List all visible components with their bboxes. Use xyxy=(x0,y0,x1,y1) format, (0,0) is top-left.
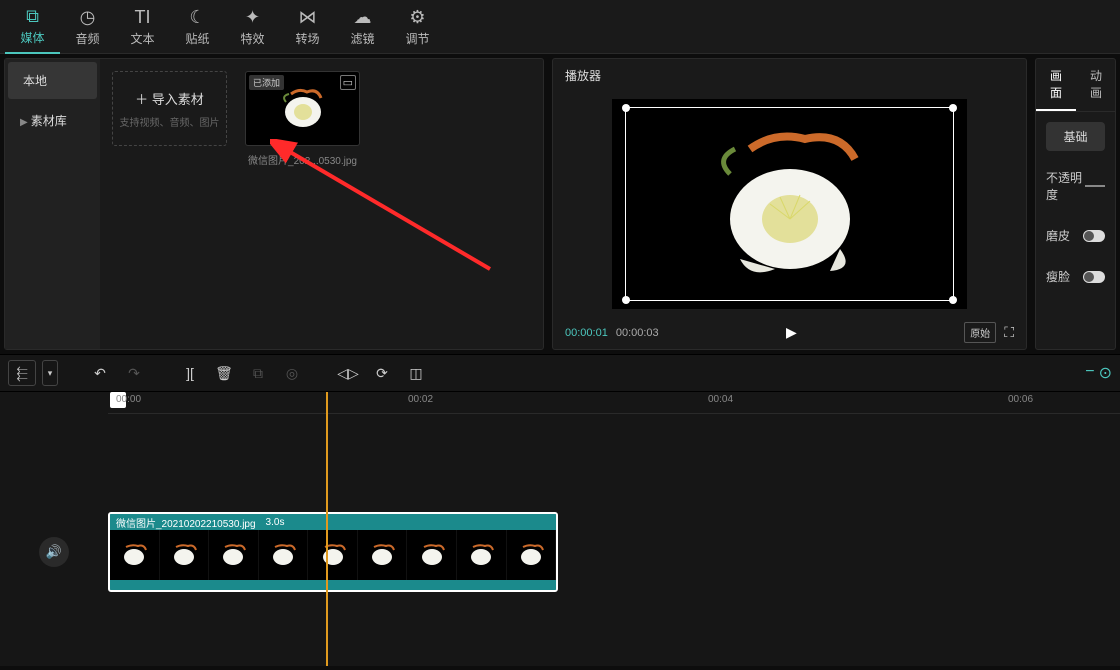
media-content: ＋ 导入素材 支持视频、音频、图片 已添加 ▭ xyxy=(100,59,543,349)
handle-br[interactable] xyxy=(949,296,957,304)
tab-media-label: 媒体 xyxy=(20,29,44,46)
tab-adjust[interactable]: ⚙ 调节 xyxy=(390,0,445,54)
prop-opacity: 不透明度 xyxy=(1046,169,1105,203)
mirror-button[interactable]: ◁▷ xyxy=(334,360,362,386)
clip-header: 微信图片_20210202210530.jpg 3.0s xyxy=(110,514,556,530)
tab-effects[interactable]: ✦ 特效 xyxy=(225,0,280,54)
split-button[interactable]: ]​[ xyxy=(176,360,204,386)
import-hint: 支持视频、音频、图片 xyxy=(120,114,220,129)
import-label: ＋ 导入素材 xyxy=(135,89,204,108)
track-mute-button[interactable]: 🔊 xyxy=(39,537,69,567)
skin-toggle[interactable] xyxy=(1083,230,1105,242)
tab-filter[interactable]: ☁ 滤镜 xyxy=(335,0,390,54)
timeline-ruler[interactable]: 00:00 00:02 00:04 00:06 xyxy=(108,392,1120,414)
playhead[interactable] xyxy=(326,392,328,666)
props-body: 基础 不透明度 磨皮 瘦脸 xyxy=(1036,112,1115,319)
time-current: 00:00:01 xyxy=(565,327,608,339)
time-total: 00:00:03 xyxy=(616,327,659,339)
props-tabs: 画面 动画 xyxy=(1036,59,1115,112)
timeline-zoom: − ⊙ xyxy=(1085,363,1112,383)
timeline-area: 00:00 00:02 00:04 00:06 🔊 微信图片_202102022… xyxy=(0,392,1120,666)
transition-icon: ⋈ xyxy=(299,7,317,28)
track-row: 🔊 微信图片_20210202210530.jpg 3.0s xyxy=(0,512,1120,592)
fullscreen-icon[interactable]: ⛶ xyxy=(1004,324,1014,341)
import-media-button[interactable]: ＋ 导入素材 支持视频、音频、图片 xyxy=(112,71,227,146)
zoom-fit-icon[interactable]: ⊙ xyxy=(1099,363,1112,383)
effects-icon: ✦ xyxy=(245,7,260,28)
tab-audio[interactable]: ◷ 音频 xyxy=(60,0,115,54)
props-tab-animation[interactable]: 动画 xyxy=(1076,59,1116,111)
sidebar-item-library[interactable]: ▶素材库 xyxy=(5,102,100,139)
media-panel: 本地 ▶素材库 ＋ 导入素材 支持视频、音频、图片 已添加 ▭ xyxy=(4,58,544,350)
tab-media[interactable]: ⧉ 媒体 xyxy=(5,0,60,54)
pointer-tool[interactable]: ⬱ xyxy=(8,360,36,386)
top-tabs: ⧉ 媒体 ◷ 音频 TI 文本 ☾ 贴纸 ✦ 特效 ⋈ 转场 ☁ 滤镜 ⚙ 调节 xyxy=(0,0,1120,54)
delete-button[interactable]: 🗑 xyxy=(210,360,238,386)
handle-bl[interactable] xyxy=(622,296,630,304)
image-type-icon: ▭ xyxy=(340,75,356,90)
player-title: 播放器 xyxy=(553,59,1026,92)
text-icon: TI xyxy=(135,7,151,28)
original-ratio-button[interactable]: 原始 xyxy=(964,322,996,343)
player-frame[interactable] xyxy=(612,99,967,309)
clip-duration: 3.0s xyxy=(266,517,285,528)
player-viewport xyxy=(553,92,1026,316)
timeline-toolbar: ⬱ ▾ ↶ ↷ ]​[ 🗑 ⧉ ◎ ◁▷ ⟳ ◫ − ⊙ xyxy=(0,354,1120,392)
handle-tl[interactable] xyxy=(622,104,630,112)
handle-tr[interactable] xyxy=(949,104,957,112)
basic-tab-button[interactable]: 基础 xyxy=(1046,122,1105,151)
audio-icon: ◷ xyxy=(80,7,96,28)
face-toggle[interactable] xyxy=(1083,271,1105,283)
clip-body xyxy=(110,530,556,580)
media-icon: ⧉ xyxy=(26,6,39,27)
media-sidebar: 本地 ▶素材库 xyxy=(5,59,100,349)
copy-button[interactable]: ⧉ xyxy=(244,360,272,386)
play-button[interactable]: ▶ xyxy=(786,324,797,341)
redo-button[interactable]: ↷ xyxy=(120,360,148,386)
clip-filename: 微信图片_20210202210530.jpg xyxy=(116,515,256,530)
sidebar-item-local[interactable]: 本地 xyxy=(8,62,97,99)
chevron-right-icon: ▶ xyxy=(20,117,28,128)
media-thumb: 已添加 ▭ xyxy=(245,71,360,146)
prop-skin: 磨皮 xyxy=(1046,227,1105,244)
upper-area: 本地 ▶素材库 ＋ 导入素材 支持视频、音频、图片 已添加 ▭ xyxy=(0,54,1120,354)
record-button[interactable]: ◎ xyxy=(278,360,306,386)
pointer-dropdown[interactable]: ▾ xyxy=(42,360,58,386)
properties-panel: 画面 动画 基础 不透明度 磨皮 瘦脸 xyxy=(1035,58,1116,350)
tab-transition[interactable]: ⋈ 转场 xyxy=(280,0,335,54)
prop-face: 瘦脸 xyxy=(1046,268,1105,285)
timeline-clip[interactable]: 微信图片_20210202210530.jpg 3.0s xyxy=(108,512,558,592)
crop-button[interactable]: ◫ xyxy=(402,360,430,386)
adjust-icon: ⚙ xyxy=(409,7,425,28)
player-panel: 播放器 xyxy=(552,58,1027,350)
track-head: 🔊 xyxy=(0,537,108,567)
player-controls: 00:00:01 00:00:03 ▶ 原始 ⛶ xyxy=(553,316,1026,349)
tab-sticker[interactable]: ☾ 贴纸 xyxy=(170,0,225,54)
clip-footer xyxy=(110,580,556,590)
tab-text[interactable]: TI 文本 xyxy=(115,0,170,54)
media-filename: 微信图片_202...0530.jpg xyxy=(245,152,360,167)
filter-icon: ☁ xyxy=(354,7,372,28)
opacity-slider[interactable] xyxy=(1085,185,1105,187)
props-tab-picture[interactable]: 画面 xyxy=(1036,59,1076,111)
zoom-out-icon[interactable]: − xyxy=(1085,363,1094,383)
rotate-button[interactable]: ⟳ xyxy=(368,360,396,386)
selection-box[interactable] xyxy=(625,107,954,301)
sticker-icon: ☾ xyxy=(189,7,205,28)
undo-button[interactable]: ↶ xyxy=(86,360,114,386)
media-item[interactable]: 已添加 ▭ 微信图片_202...0530.jpg xyxy=(245,71,360,337)
